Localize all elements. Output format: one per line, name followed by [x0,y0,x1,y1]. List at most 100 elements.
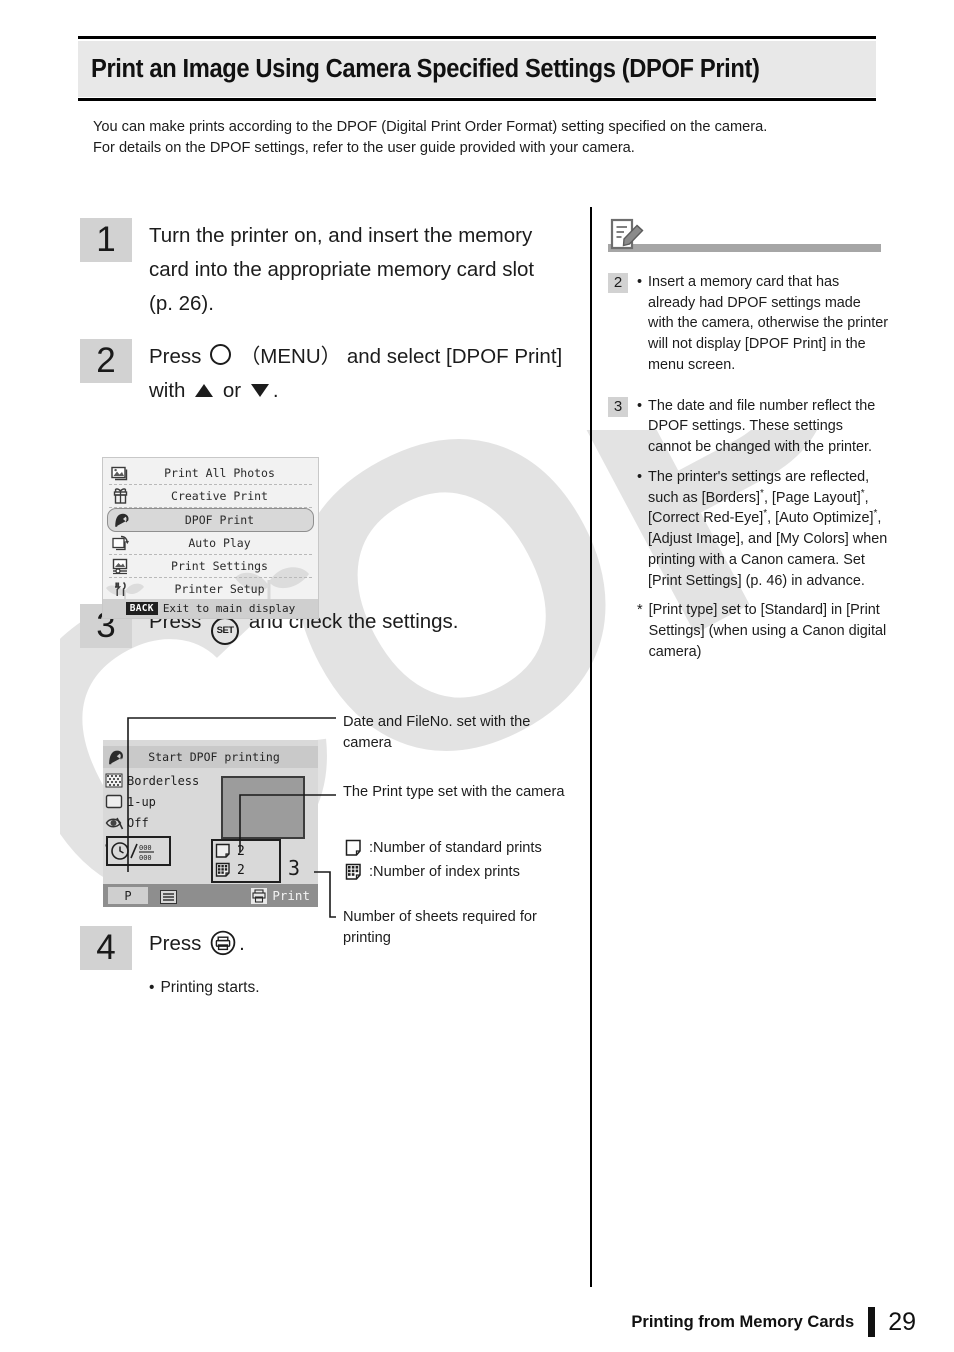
header-band: Print an Image Using Camera Specified Se… [78,41,876,97]
list-menu-icon[interactable] [160,889,177,904]
step-2-text-a: Press [149,345,202,369]
step-4-bullet: • [149,979,155,997]
footer-section-title: Printing from Memory Cards [631,1312,855,1331]
step-4-substep: • Printing starts. [149,976,580,999]
standard-print-icon [215,843,233,860]
print-icon [251,887,268,904]
step-4-text: Press . [149,926,245,961]
footer-divider [868,1307,876,1337]
footer-page-number: 29 [888,1307,916,1336]
lcd-menu-item-print-all-photos[interactable]: Print All Photos [109,462,312,485]
document-page: COPY Print an Image Using Camera Specifi… [0,0,954,1352]
note-paragraph-text: The printer's settings are reflected, su… [648,468,888,589]
lcd-menu-item-auto-play[interactable]: Auto Play [109,532,312,555]
lcd-dpof-screenshot: Start DPOF printing Borderless 1-up Off … [103,740,318,907]
standard-print-icon [345,839,365,858]
note-item-3: 3 • The date and file number reflect the… [608,396,888,663]
dpof-bottom-bar: P Print [103,884,318,907]
lcd-menu-item-creative-print[interactable]: Creative Print [109,485,312,508]
index-print-icon [215,862,233,879]
callout-print-type: The Print type set with the camera [343,784,565,800]
lcd-menu-item-print-settings[interactable]: Print Settings [109,555,312,578]
callout-index-prints: :Number of index prints [345,862,520,883]
menu-button-circle-icon [210,344,232,366]
dpof-sheets-required: 3 [288,856,301,880]
dpof-title-text: Start DPOF printing [148,750,280,764]
gift-box-icon [111,488,130,505]
note-paragraph: • The printer's settings are reflected, … [637,467,888,591]
callout-standard-prints-text: :Number of standard prints [369,840,542,856]
lcd-menu-item-printer-setup[interactable]: Printer Setup [109,578,312,600]
dpof-title-bar: Start DPOF printing [103,746,318,768]
dpof-standard-count: 2 [237,844,245,859]
step-1-number: 1 [80,218,132,262]
step-2-number: 2 [80,339,132,384]
lcd-menu-item-dpof-print[interactable]: DPOF Print [107,508,314,532]
step-2: 2 Press （MENU） and select [DPOF Print] w… [80,339,580,408]
step-4-text-a: Press [149,932,202,956]
dpof-setting-value: Off [127,815,149,830]
note-paragraph-text: The date and file number reflect the DPO… [648,397,876,456]
page-title: Print an Image Using Camera Specified Se… [91,54,760,83]
callout-sheets-required: Number of sheets required for printing [343,909,537,946]
step-2-text-d: or [222,379,242,403]
print-settings-icon [111,558,130,575]
dpof-setting-borders: Borderless [105,770,199,791]
note-2-body: • Insert a memory card that has already … [637,272,888,376]
dpof-print-action[interactable]: Print [251,887,310,904]
photos-stack-icon [111,465,130,482]
svg-text:000: 000 [139,844,152,852]
column-divider [590,207,592,1287]
note-paragraph-footnote: * [Print type] set to [Standard] in [Pri… [637,600,888,662]
lcd-menu-label: Creative Print [171,489,268,503]
step-4-number: 4 [80,926,132,971]
step-2-text-e: . [272,379,279,403]
header-rule-bottom [78,98,876,101]
dpof-index-count-row: 2 [215,861,277,880]
dpof-arrow-icon [106,748,128,766]
lcd-menu-label: Printer Setup [174,582,265,596]
callout-date-fileno: Date and FileNo. set with the camera [343,714,531,751]
arrow-down-icon [250,384,269,398]
dpof-setting-value: Borderless [127,773,200,788]
notes-column: 2 • Insert a memory card that has alread… [608,218,888,662]
intro-line-2: For details on the DPOF settings, refer … [93,140,635,157]
header-rule-top [78,36,876,39]
lcd-menu-label: Print Settings [171,559,268,573]
note-3-number: 3 [608,396,628,417]
clock-slash-fileno-icon: 000 000 [111,842,154,861]
dpof-setting-red-eye: Off [105,812,191,833]
note-bullet: • [637,397,643,414]
notes-header [608,218,888,256]
dpof-print-counts-box: 2 2 [211,839,281,883]
set-button-icon: SET [211,617,240,646]
note-bullet: • [637,468,643,485]
note-paragraph-text: Insert a memory card that has already ha… [648,274,889,373]
step-1: 1 Turn the printer on, and insert the me… [80,218,580,321]
note-2-number: 2 [608,273,628,293]
dpof-standard-count-row: 2 [215,842,277,861]
lcd-menu-footer-text: Exit to main display [162,602,296,615]
dpof-print-label: Print [272,888,310,903]
dpof-arrow-icon [112,512,131,529]
dpof-index-count: 2 [237,863,245,878]
dpof-image-thumbnail [221,776,305,839]
print-button-icon [210,930,236,956]
step-4-sub-text: Printing starts. [160,979,260,997]
step-4-text-b: . [239,932,245,956]
dpof-date-fileno-box: 000 000 [106,836,171,866]
lcd-menu-footer: BACK Exit to main display [103,599,318,618]
note-bullet: • [637,274,643,290]
page-footer: Printing from Memory Cards 29 [0,1307,954,1337]
note-pencil-icon [610,218,650,252]
intro-line-1: You can make prints according to the DPO… [93,119,768,135]
dpof-mode-chip[interactable]: P [108,887,148,904]
auto-play-icon [111,535,130,552]
step-2-text-b: （MENU） [239,345,342,369]
svg-text:000: 000 [139,854,152,861]
borderless-icon [105,772,124,790]
note-3-body: • The date and file number reflect the D… [637,396,888,663]
note-paragraph: • Insert a memory card that has already … [637,272,888,376]
back-chip[interactable]: BACK [125,602,158,615]
layout-1up-icon [105,793,124,811]
